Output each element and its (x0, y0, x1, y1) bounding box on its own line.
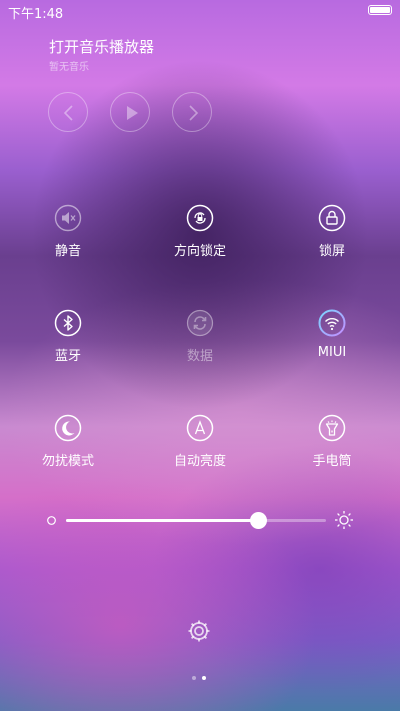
brightness-slider-fill (66, 519, 258, 522)
rotation-lock-icon (186, 204, 214, 232)
brightness-high-icon (335, 511, 353, 529)
toggle-label: 自动亮度 (173, 454, 226, 469)
page-dot (192, 676, 196, 680)
brightness-slider[interactable] (66, 512, 326, 529)
page-indicator (190, 676, 210, 682)
brightness-slider-thumb[interactable] (250, 512, 267, 529)
music-player-subtitle: 暂无音乐 (49, 62, 89, 73)
toggle-data[interactable]: 数据 (145, 309, 255, 379)
toggle-mute[interactable]: 静音 (13, 204, 123, 274)
toggle-label: 方向锁定 (173, 244, 226, 259)
flashlight-icon (318, 414, 346, 442)
toggle-wifi[interactable]: MIUI (277, 309, 387, 379)
battery-icon (368, 5, 392, 15)
toggle-label: 勿扰模式 (41, 454, 94, 469)
toggle-lock-screen[interactable]: 锁屏 (277, 204, 387, 274)
page-dot (202, 676, 206, 680)
gear-icon[interactable] (186, 618, 212, 644)
toggle-flashlight[interactable]: 手电筒 (277, 414, 387, 484)
moon-icon (54, 414, 82, 442)
toggle-rotation-lock[interactable]: 方向锁定 (145, 204, 255, 274)
previous-icon (63, 105, 73, 121)
toggle-label: 静音 (54, 244, 81, 259)
auto-brightness-icon (186, 414, 214, 442)
toggle-auto-brightness[interactable]: 自动亮度 (145, 414, 255, 484)
toggle-label: 手电筒 (312, 454, 352, 469)
status-bar: 下午1:48 (0, 0, 400, 22)
brightness-low-icon (47, 516, 56, 525)
play-button[interactable] (110, 92, 150, 132)
mute-icon (54, 204, 82, 232)
data-sync-icon (186, 309, 214, 337)
toggle-label: 蓝牙 (54, 349, 81, 364)
wifi-icon (318, 309, 346, 337)
toggle-do-not-disturb[interactable]: 勿扰模式 (13, 414, 123, 484)
toggle-bluetooth[interactable]: 蓝牙 (13, 309, 123, 379)
play-icon (127, 106, 138, 120)
music-player-title[interactable]: 打开音乐播放器 (49, 36, 154, 57)
lock-icon (318, 204, 346, 232)
toggle-label: 数据 (186, 349, 213, 364)
next-button[interactable] (172, 92, 212, 132)
next-icon (189, 105, 199, 121)
toggle-label: MIUI (317, 345, 347, 360)
previous-button[interactable] (48, 92, 88, 132)
toggle-label: 锁屏 (318, 244, 345, 259)
bluetooth-icon (54, 309, 82, 337)
status-time: 下午1:48 (8, 7, 64, 22)
